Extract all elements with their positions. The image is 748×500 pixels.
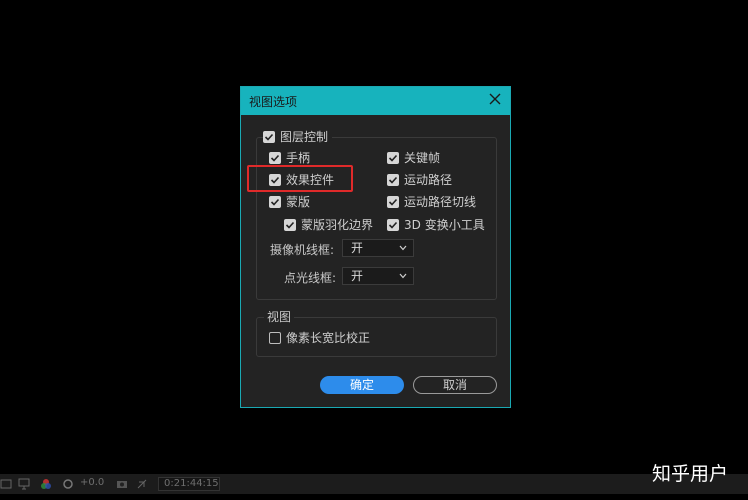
exposure-value[interactable]: +0.0 [80, 477, 104, 488]
motion-path-tangents-label: 运动路径切线 [404, 195, 477, 209]
view-group-label: 视图 [264, 308, 295, 325]
checkbox-checked-icon [284, 218, 296, 231]
motion-path-label: 运动路径 [404, 173, 453, 187]
chevron-down-icon [399, 245, 407, 251]
timecode: 0:21:44:15 [164, 478, 219, 489]
color-channels-icon[interactable] [40, 478, 52, 490]
cancel-button[interactable]: 取消 [413, 376, 497, 394]
handles-checkbox[interactable]: 手柄 [269, 149, 310, 166]
camera-icon[interactable] [116, 478, 128, 490]
pixel-aspect-label: 像素长宽比校正 [286, 331, 371, 345]
3d-widget-label: 3D 变换小工具 [404, 218, 485, 232]
mask-feather-checkbox[interactable]: 蒙版羽化边界 [284, 216, 373, 233]
masks-checkbox[interactable]: 蒙版 [269, 193, 310, 210]
exposure-icon[interactable] [62, 478, 74, 490]
ok-button[interactable]: 确定 [320, 376, 404, 394]
pixel-aspect-checkbox[interactable]: 像素长宽比校正 [269, 329, 370, 346]
checkbox-unchecked-icon [269, 331, 281, 344]
checkbox-checked-icon [269, 195, 281, 208]
bottom-toolbar: +0.0 0:21:44:15 [0, 474, 748, 494]
camera-wireframe-label: 摄像机线框: [270, 243, 335, 257]
monitor-icon[interactable] [18, 478, 30, 490]
checkbox-checked-icon [387, 173, 399, 186]
motion-path-checkbox[interactable]: 运动路径 [387, 171, 452, 188]
keyframes-checkbox[interactable]: 关键帧 [387, 149, 440, 166]
camera-wireframe-select[interactable]: 开 [342, 239, 414, 257]
show-snapshot-icon[interactable] [136, 478, 148, 490]
timecode-box[interactable]: 0:21:44:15 [158, 477, 220, 491]
layer-controls-label: 图层控制 [280, 130, 329, 144]
view-options-dialog: 视图选项 图层控制 手柄 效果控件 蒙版 蒙版羽化边界 关键帧 运动路径 运动路… [240, 86, 511, 408]
spotlight-wireframe-label: 点光线框: [284, 271, 337, 285]
dialog-title: 视图选项 [249, 95, 298, 109]
camera-wireframe-value: 开 [351, 241, 364, 255]
layer-controls-checkbox[interactable]: 图层控制 [263, 128, 333, 145]
spotlight-wireframe-select[interactable]: 开 [342, 267, 414, 285]
checkbox-checked-icon [387, 218, 399, 231]
keyframes-label: 关键帧 [404, 151, 441, 165]
checkbox-checked-icon [263, 130, 275, 143]
chevron-down-icon [399, 273, 407, 279]
checkbox-checked-icon [269, 151, 281, 164]
checkbox-checked-icon [387, 151, 399, 164]
highlight-box [247, 165, 353, 192]
masks-label: 蒙版 [286, 195, 311, 209]
mask-feather-label: 蒙版羽化边界 [301, 218, 374, 232]
grid-icon[interactable] [0, 478, 12, 490]
motion-path-tangents-checkbox[interactable]: 运动路径切线 [387, 193, 476, 210]
close-icon[interactable] [488, 92, 502, 106]
dialog-title-bar: 视图选项 [241, 87, 510, 115]
spotlight-wireframe-value: 开 [351, 269, 364, 283]
handles-label: 手柄 [286, 151, 311, 165]
3d-widget-checkbox[interactable]: 3D 变换小工具 [387, 216, 485, 233]
watermark: 知乎用户 [651, 463, 728, 485]
checkbox-checked-icon [387, 195, 399, 208]
